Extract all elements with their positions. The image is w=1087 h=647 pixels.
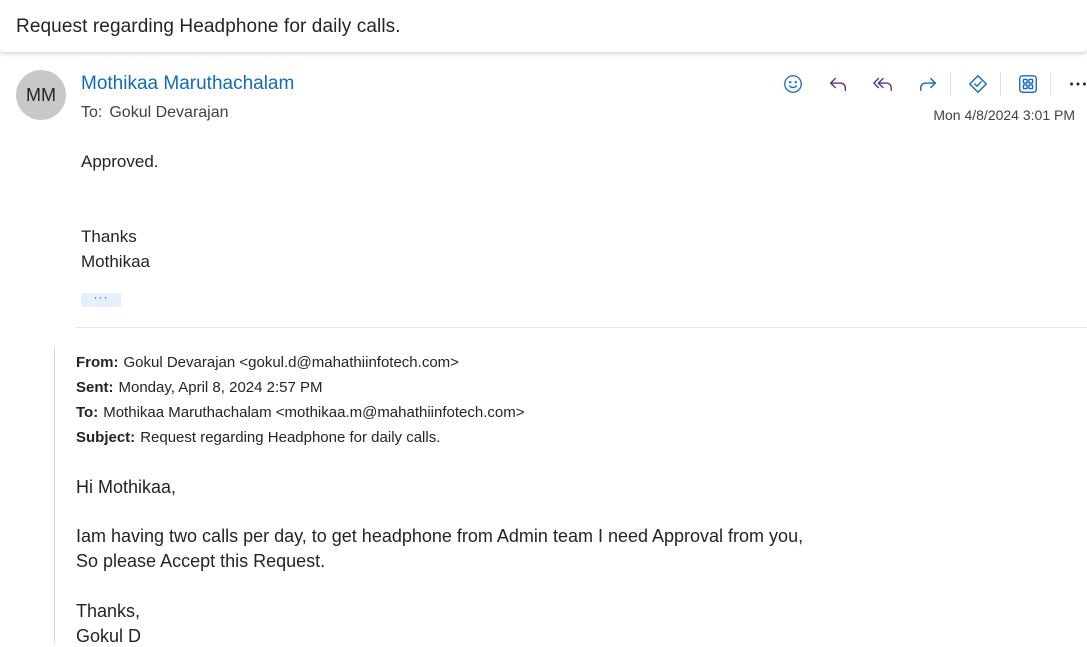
toolbar-divider	[1000, 72, 1001, 96]
sender-name[interactable]: Mothikaa Maruthachalam	[81, 73, 294, 95]
approvals-icon	[969, 75, 987, 93]
quoted-from-value: Gokul Devarajan <gokul.d@mahathiinfotech…	[123, 354, 459, 371]
reply-all-icon	[873, 77, 892, 92]
quoted-from-label: From:	[76, 354, 119, 371]
apps-icon	[1019, 75, 1037, 93]
quoted-subject-value: Request regarding Headphone for daily ca…	[140, 429, 441, 446]
quoted-sent-label: Sent:	[76, 379, 114, 396]
quoted-closing: Thanks,	[76, 601, 141, 621]
quoted-to-label: To:	[76, 404, 99, 421]
forward-button[interactable]	[913, 69, 943, 99]
reply-button[interactable]	[823, 69, 853, 99]
forward-icon	[919, 77, 937, 92]
quoted-signature: Gokul D	[76, 626, 142, 646]
subject-bar: Request regarding Headphone for daily ca…	[0, 0, 1087, 52]
apps-button[interactable]	[1013, 69, 1043, 99]
reply-all-button[interactable]	[868, 69, 898, 99]
quoted-to-value: Mothikaa Maruthachalam <mothikaa.m@mahat…	[103, 404, 525, 421]
email-subject: Request regarding Headphone for daily ca…	[16, 16, 401, 37]
reaction-button[interactable]	[778, 69, 808, 99]
approvals-button[interactable]	[963, 69, 993, 99]
quoted-paragraph: Iam having two calls per day, to get hea…	[76, 526, 804, 546]
reply-icon	[829, 77, 847, 92]
toolbar-divider	[950, 72, 951, 96]
show-quoted-text-button[interactable]: ···	[81, 291, 121, 307]
recipient-name[interactable]: Gokul Devarajan	[109, 104, 228, 121]
quoted-subject-label: Subject:	[76, 429, 136, 446]
smiley-icon	[784, 75, 802, 93]
reply-body-line: Approved.	[81, 152, 159, 171]
to-label: To:	[81, 104, 103, 121]
quoted-subject-line: Subject: Request regarding Headphone for …	[76, 429, 440, 446]
email-timestamp: Mon 4/8/2024 3:01 PM	[933, 107, 1075, 123]
more-icon	[1070, 82, 1086, 86]
recipient-line: To: Gokul Devarajan	[81, 104, 229, 122]
quoted-to-line: To: Mothikaa Maruthachalam <mothikaa.m@ma…	[76, 404, 524, 421]
message-divider	[76, 327, 1087, 328]
more-actions-button[interactable]	[1063, 69, 1087, 99]
quote-bar	[54, 348, 55, 643]
message-actions-toolbar	[778, 68, 1087, 100]
reply-body-line: Mothikaa	[81, 252, 150, 271]
quoted-sent-line: Sent: Monday, April 8, 2024 2:57 PM	[76, 379, 323, 396]
reply-body-line: Thanks	[81, 227, 137, 246]
quoted-sent-value: Monday, April 8, 2024 2:57 PM	[118, 379, 323, 396]
toolbar-divider	[1050, 72, 1051, 96]
quoted-paragraph: So please Accept this Request.	[76, 551, 326, 571]
quoted-greeting: Hi Mothikaa,	[76, 477, 177, 497]
quoted-from-line: From: Gokul Devarajan <gokul.d@mahathiinf…	[76, 354, 459, 371]
avatar[interactable]: MM	[16, 70, 66, 120]
